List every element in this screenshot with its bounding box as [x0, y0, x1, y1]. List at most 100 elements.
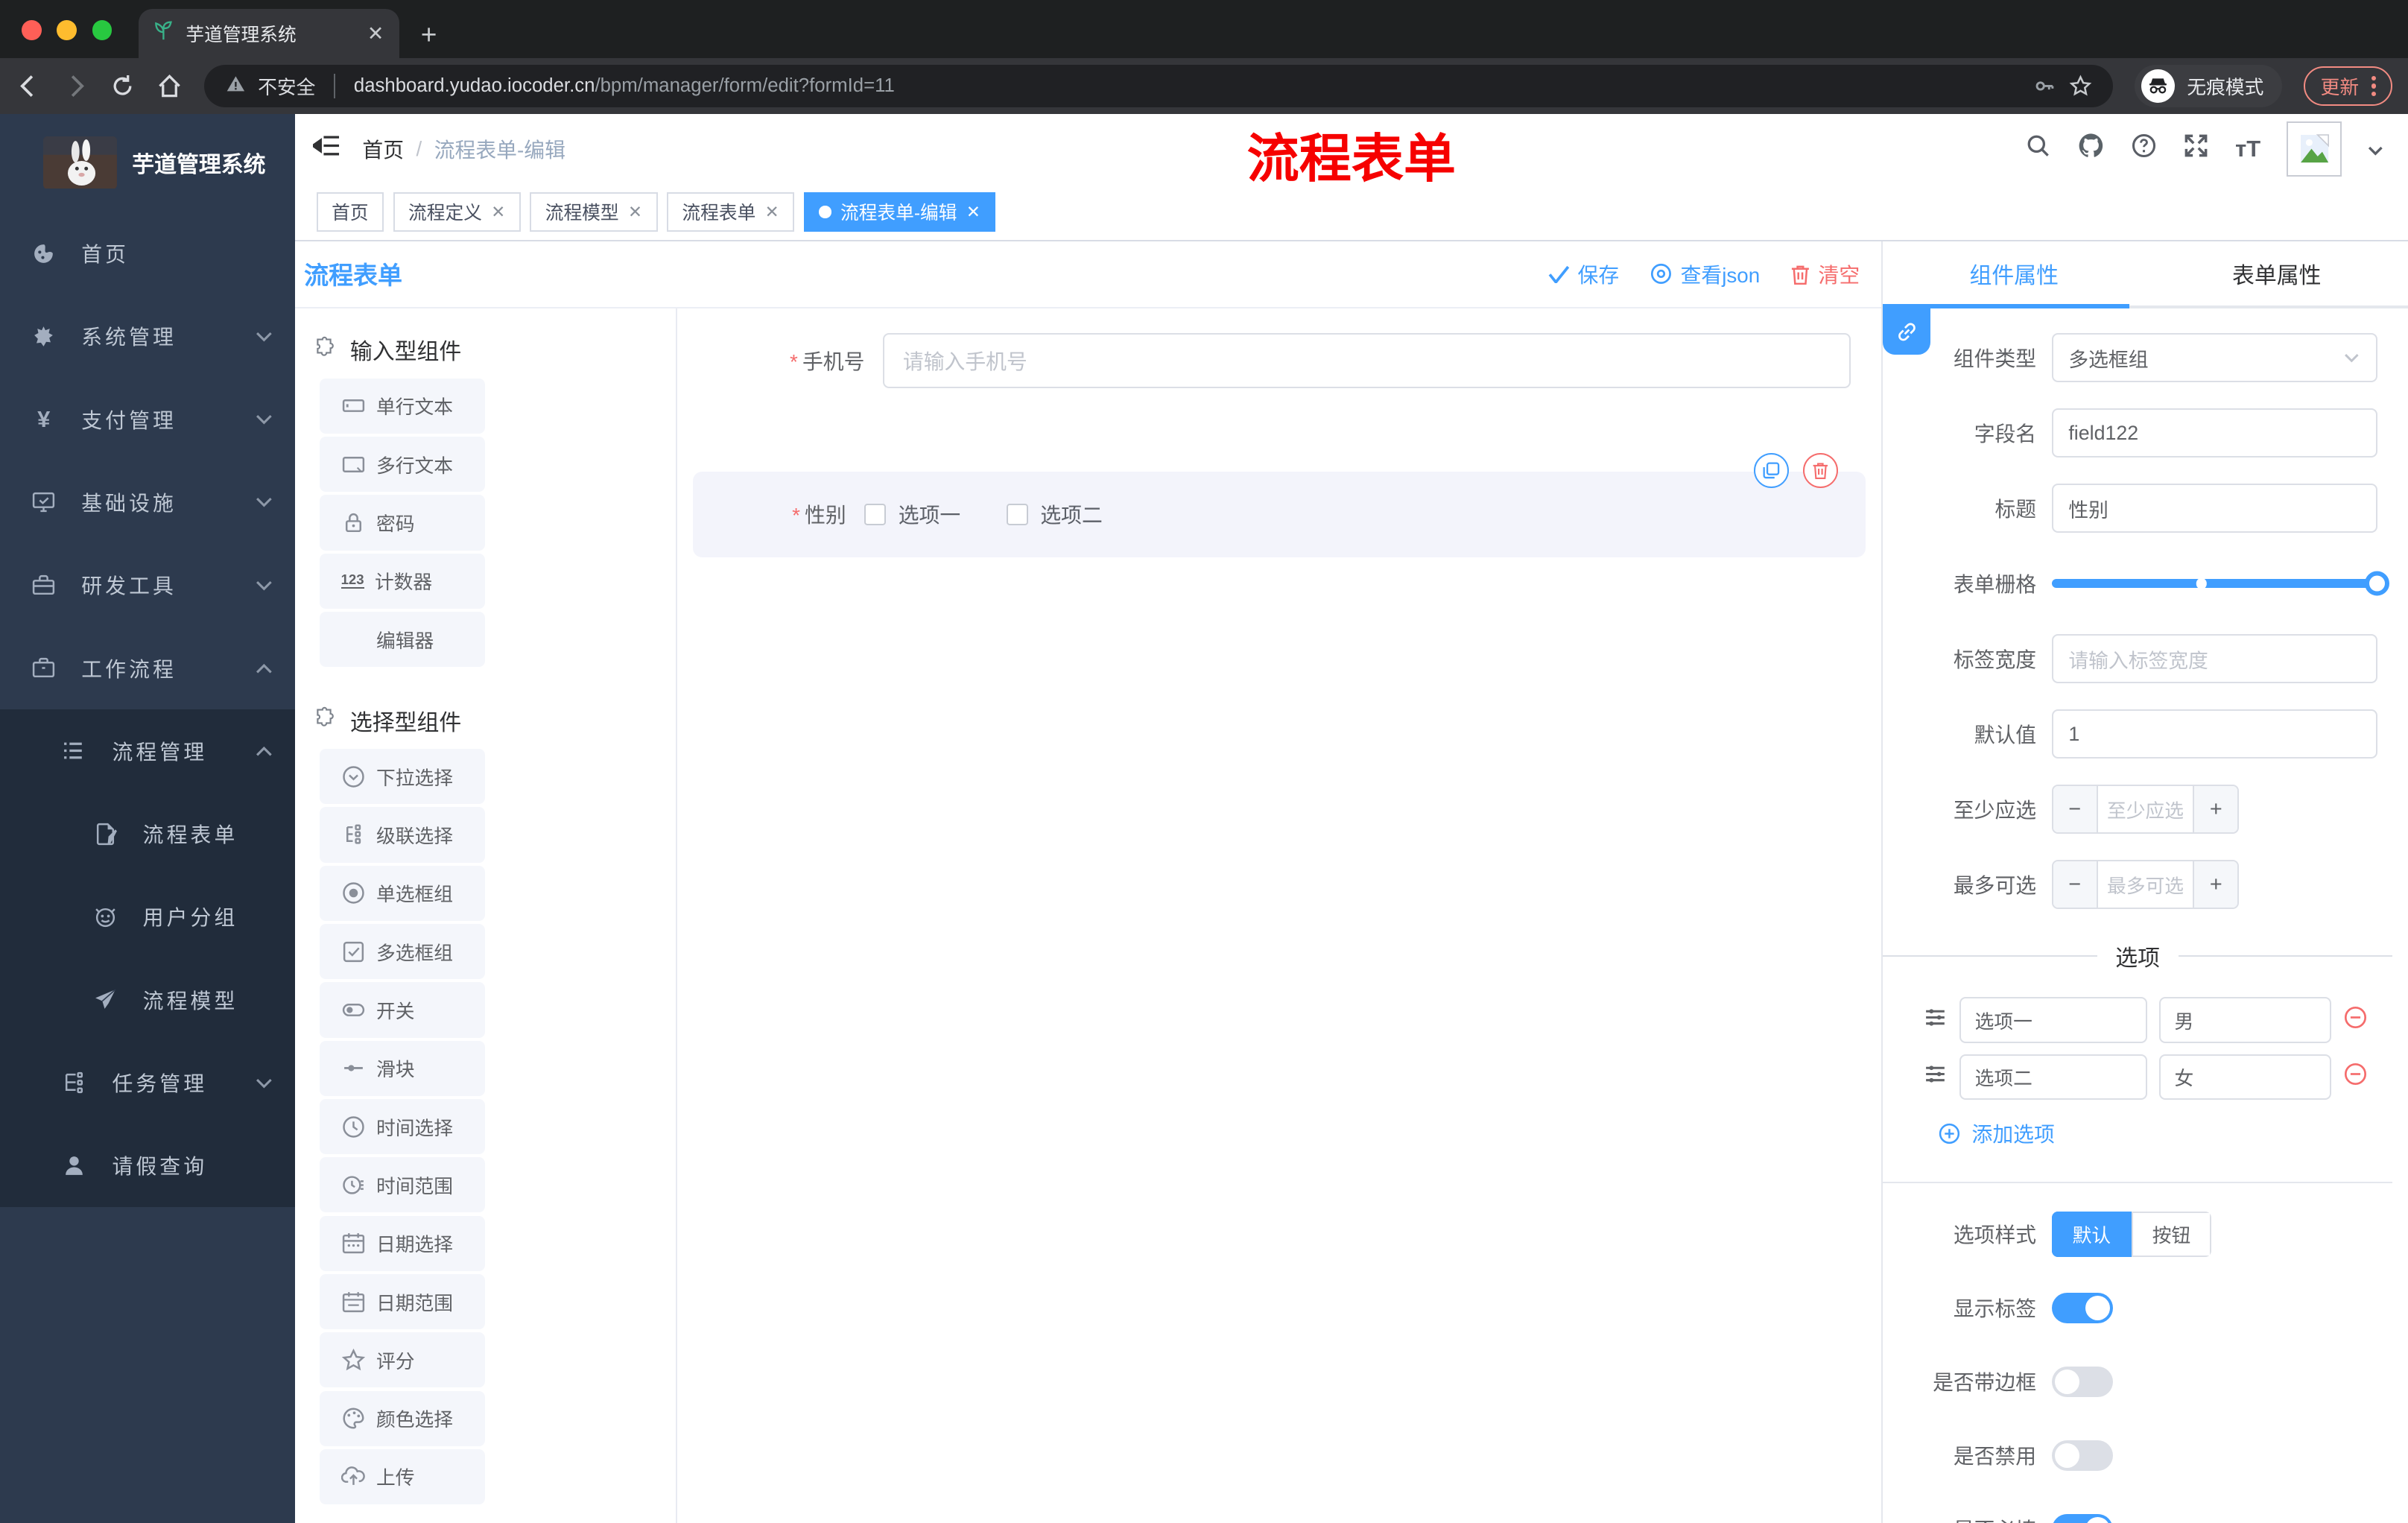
address-bar[interactable]: 不安全 dashboard.yudao.iocoder.cn/bpm/manag… — [204, 64, 2114, 108]
close-tab-icon[interactable]: ✕ — [367, 22, 384, 45]
maximize-window-button[interactable] — [92, 19, 113, 40]
github-icon[interactable] — [2077, 132, 2105, 165]
browser-menu-icon[interactable] — [2371, 76, 2376, 96]
label-width-input[interactable]: 请输入标签宽度 — [2051, 634, 2377, 684]
sidebar-item-system[interactable]: 系统管理 — [0, 295, 295, 378]
title-input[interactable]: 性别 — [2051, 484, 2377, 533]
sidebar-item-leave-query[interactable]: 请假查询 — [0, 1124, 295, 1207]
close-tag-icon[interactable]: ✕ — [765, 202, 779, 222]
required-toggle[interactable] — [2051, 1513, 2114, 1523]
gender-option-checkbox[interactable]: 选项二 — [1007, 499, 1103, 529]
link-icon[interactable] — [1883, 308, 1930, 355]
palette-item-star[interactable]: 评分 — [319, 1332, 486, 1388]
min-select-stepper[interactable]: − 至少应选 + — [2051, 785, 2240, 835]
component-type-select[interactable]: 多选框组 — [2051, 333, 2377, 383]
collapse-sidebar-icon[interactable] — [311, 133, 340, 164]
avatar[interactable] — [2287, 121, 2342, 177]
sidebar-item-user-group[interactable]: 用户分组 — [0, 876, 295, 958]
tab-form-props[interactable]: 表单属性 — [2145, 241, 2407, 306]
palette-item-date-range[interactable]: 日期范围 — [319, 1273, 486, 1330]
tag-home[interactable]: 首页 — [316, 191, 384, 232]
url-text[interactable]: dashboard.yudao.iocoder.cn/bpm/manager/f… — [354, 75, 895, 97]
delete-component-icon[interactable] — [1802, 453, 1839, 489]
add-option-button[interactable]: 添加选项 — [1938, 1118, 2392, 1148]
palette-item-input[interactable]: 单行文本 — [319, 378, 486, 434]
sidebar-item-payment[interactable]: ¥ 支付管理 — [0, 378, 295, 460]
palette-item-upload[interactable]: 上传 — [319, 1448, 486, 1505]
security-warning-icon[interactable] — [226, 74, 246, 99]
security-label[interactable]: 不安全 — [258, 72, 315, 100]
drag-handle-icon[interactable] — [1923, 1062, 1948, 1092]
font-size-icon[interactable]: тT — [2235, 136, 2260, 162]
sidebar-item-process-model[interactable]: 流程模型 — [0, 958, 295, 1041]
option-label-input[interactable]: 选项二 — [1959, 1054, 2147, 1101]
option-style-segment[interactable]: 默认 按钮 — [2051, 1211, 2212, 1258]
new-tab-button[interactable]: + — [421, 19, 437, 58]
minus-icon[interactable]: − — [2053, 861, 2098, 908]
view-json-button[interactable]: 查看json — [1650, 259, 1760, 289]
remove-option-icon[interactable] — [2343, 1005, 2368, 1036]
fullscreen-icon[interactable] — [2183, 133, 2209, 165]
palette-item-switch[interactable]: 开关 — [319, 982, 486, 1038]
reload-icon[interactable] — [110, 74, 135, 98]
disabled-toggle[interactable] — [2051, 1440, 2114, 1471]
forward-icon[interactable] — [63, 73, 89, 99]
palette-item-cascader[interactable]: 级联选择 — [319, 807, 486, 863]
default-value-input[interactable]: 1 — [2051, 709, 2377, 759]
option-value-input[interactable]: 女 — [2158, 1054, 2331, 1101]
sidebar-item-home[interactable]: 首页 — [0, 212, 295, 294]
palette-item-radio[interactable]: 单选框组 — [319, 865, 486, 921]
sidebar-logo[interactable]: 芋道管理系统 — [0, 114, 295, 212]
palette-item-textarea[interactable]: 多行文本 — [319, 437, 486, 493]
chevron-down-icon[interactable] — [2368, 135, 2383, 163]
remove-option-icon[interactable] — [2343, 1062, 2368, 1092]
home-icon[interactable] — [156, 73, 183, 99]
slider-handle[interactable] — [2365, 571, 2390, 596]
phone-field-input[interactable]: 请输入手机号 — [883, 333, 1851, 389]
sidebar-item-process-management[interactable]: 流程管理 — [0, 709, 295, 792]
sidebar-item-process-form[interactable]: 流程表单 — [0, 793, 295, 876]
plus-icon[interactable]: + — [2193, 786, 2238, 833]
drag-handle-icon[interactable] — [1923, 1005, 1948, 1036]
minimize-window-button[interactable] — [57, 19, 77, 40]
palette-item-time-range[interactable]: 时间范围 — [319, 1157, 486, 1213]
save-button[interactable]: 保存 — [1548, 259, 1619, 289]
tag-process-definition[interactable]: 流程定义 ✕ — [393, 191, 521, 232]
palette-item-checkbox[interactable]: 多选框组 — [319, 924, 486, 980]
show-label-toggle[interactable] — [2051, 1292, 2114, 1323]
close-tag-icon[interactable]: ✕ — [628, 202, 642, 222]
close-tag-icon[interactable]: ✕ — [966, 202, 980, 222]
window-controls[interactable] — [21, 19, 113, 40]
gender-option-checkbox[interactable]: 选项一 — [864, 499, 960, 529]
tag-process-form-edit[interactable]: 流程表单-编辑 ✕ — [803, 191, 996, 232]
key-icon[interactable] — [2033, 75, 2056, 98]
tab-component-props[interactable]: 组件属性 — [1883, 241, 2145, 306]
style-button-button[interactable]: 按钮 — [2131, 1211, 2212, 1258]
sidebar-item-workflow[interactable]: 工作流程 — [0, 627, 295, 709]
browser-update-button[interactable]: 更新 — [2303, 66, 2393, 107]
sidebar-item-task-management[interactable]: 任务管理 — [0, 1041, 295, 1124]
search-icon[interactable] — [2025, 133, 2051, 165]
browser-tab[interactable]: 芋道管理系统 ✕ — [138, 9, 399, 59]
copy-component-icon[interactable] — [1753, 453, 1790, 489]
clear-button[interactable]: 清空 — [1790, 259, 1860, 289]
style-default-button[interactable]: 默认 — [2051, 1211, 2132, 1258]
tag-process-form[interactable]: 流程表单 ✕ — [666, 191, 795, 232]
palette-item-slider[interactable]: 滑块 — [319, 1040, 486, 1096]
with-border-toggle[interactable] — [2051, 1366, 2114, 1397]
checkbox-icon[interactable] — [864, 504, 887, 525]
palette-item-palette[interactable]: 颜色选择 — [319, 1390, 486, 1446]
option-label-input[interactable]: 选项一 — [1959, 997, 2147, 1044]
palette-item-counter[interactable]: 123 计数器 — [319, 553, 486, 609]
checkbox-icon[interactable] — [1007, 504, 1028, 525]
back-icon[interactable] — [16, 73, 42, 99]
sidebar-item-infrastructure[interactable]: 基础设施 — [0, 460, 295, 543]
bookmark-star-icon[interactable] — [2069, 75, 2092, 98]
palette-item-editor[interactable]: 编辑器 — [319, 611, 486, 668]
tag-process-model[interactable]: 流程模型 ✕ — [530, 191, 658, 232]
palette-item-lock[interactable]: 密码 — [319, 495, 486, 551]
field-name-input[interactable]: field122 — [2051, 408, 2377, 458]
palette-item-date[interactable]: 日期选择 — [319, 1215, 486, 1271]
option-value-input[interactable]: 男 — [2158, 997, 2331, 1044]
canvas-field-gender-selected[interactable]: 性别 选项一 选项二 — [692, 453, 1866, 558]
